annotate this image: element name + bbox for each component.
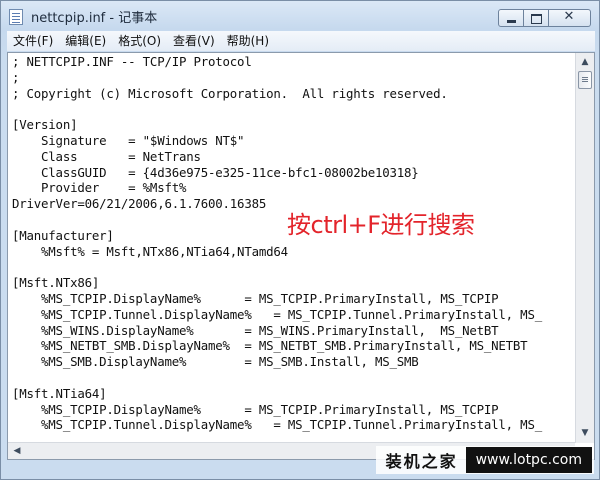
window-controls: ✕ bbox=[498, 9, 591, 27]
text-line: %MS_SMB.DisplayName% = MS_SMB.Install, M… bbox=[12, 354, 419, 370]
close-button[interactable]: ✕ bbox=[549, 9, 591, 27]
text-line: Signature = "$Windows NT$" bbox=[12, 132, 245, 148]
text-line bbox=[12, 101, 575, 117]
text-line: %MS_TCPIP.Tunnel.DisplayName% = MS_TCPIP… bbox=[12, 306, 542, 322]
text-line: %MS_TCPIP.DisplayName% = MS_TCPIP.Primar… bbox=[12, 401, 499, 417]
editor-text-area[interactable]: ; NETTCPIP.INF -- TCP/IP Protocol;; Copy… bbox=[8, 53, 575, 443]
vertical-scrollbar[interactable]: ▲ ▼ bbox=[575, 53, 594, 443]
text-editor[interactable]: ; NETTCPIP.INF -- TCP/IP Protocol;; Copy… bbox=[7, 52, 595, 460]
scroll-thumb[interactable] bbox=[578, 71, 592, 89]
watermark-name: 装机之家 bbox=[385, 452, 458, 471]
maximize-button[interactable] bbox=[524, 9, 549, 27]
text-line bbox=[12, 370, 575, 386]
text-line: Class = NetTrans bbox=[12, 148, 201, 164]
text-line: [Msft.NTia64] bbox=[12, 385, 107, 401]
text-line: ; bbox=[12, 69, 20, 85]
text-line: Provider = %Msft% bbox=[12, 180, 187, 196]
text-line bbox=[12, 259, 575, 275]
menu-file[interactable]: 文件(F) bbox=[7, 31, 59, 51]
text-line: [Msft.NTx86] bbox=[12, 275, 100, 291]
menu-view[interactable]: 查看(V) bbox=[167, 31, 221, 51]
menu-bar: 文件(F) 编辑(E) 格式(O) 查看(V) 帮助(H) bbox=[7, 31, 595, 51]
text-line: %MS_NETBT_SMB.DisplayName% = MS_NETBT_SM… bbox=[12, 338, 528, 354]
text-line: %MS_TCPIP.DisplayName% = MS_TCPIP.Primar… bbox=[12, 290, 499, 306]
text-line: %Msft% = Msft,NTx86,NTia64,NTamd64 bbox=[12, 243, 288, 259]
text-line: %MS_TCPIP.Tunnel.DisplayName% = MS_TCPIP… bbox=[12, 417, 542, 433]
site-watermark: 装机之家 www.lotpc.com bbox=[375, 446, 594, 474]
text-line: ; NETTCPIP.INF -- TCP/IP Protocol bbox=[12, 54, 252, 69]
notepad-icon bbox=[9, 9, 23, 25]
scroll-up-icon[interactable]: ▲ bbox=[577, 54, 593, 71]
text-line: [Version] bbox=[12, 117, 78, 133]
window-title: nettcpip.inf - 记事本 bbox=[31, 11, 158, 26]
notepad-window: nettcpip.inf - 记事本 ✕ 文件(F) 编辑(E) 格式(O) 查… bbox=[0, 0, 600, 480]
minimize-button[interactable] bbox=[498, 9, 524, 27]
text-line: ClassGUID = {4d36e975-e325-11ce-bfc1-080… bbox=[12, 164, 419, 180]
menu-help[interactable]: 帮助(H) bbox=[221, 31, 275, 51]
menu-format[interactable]: 格式(O) bbox=[112, 31, 167, 51]
watermark-url: www.lotpc.com bbox=[465, 447, 592, 473]
text-line: %MS_WINS.DisplayName% = MS_WINS.PrimaryI… bbox=[12, 322, 499, 338]
menu-edit[interactable]: 编辑(E) bbox=[59, 31, 112, 51]
search-hint-annotation: 按ctrl+F进行搜索 bbox=[287, 211, 475, 239]
title-bar[interactable]: nettcpip.inf - 记事本 ✕ bbox=[1, 1, 599, 31]
close-icon: ✕ bbox=[563, 9, 575, 24]
text-line: ; Copyright (c) Microsoft Corporation. A… bbox=[12, 85, 448, 101]
scroll-down-icon[interactable]: ▼ bbox=[577, 425, 593, 442]
scroll-left-icon[interactable]: ◀ bbox=[9, 443, 25, 459]
